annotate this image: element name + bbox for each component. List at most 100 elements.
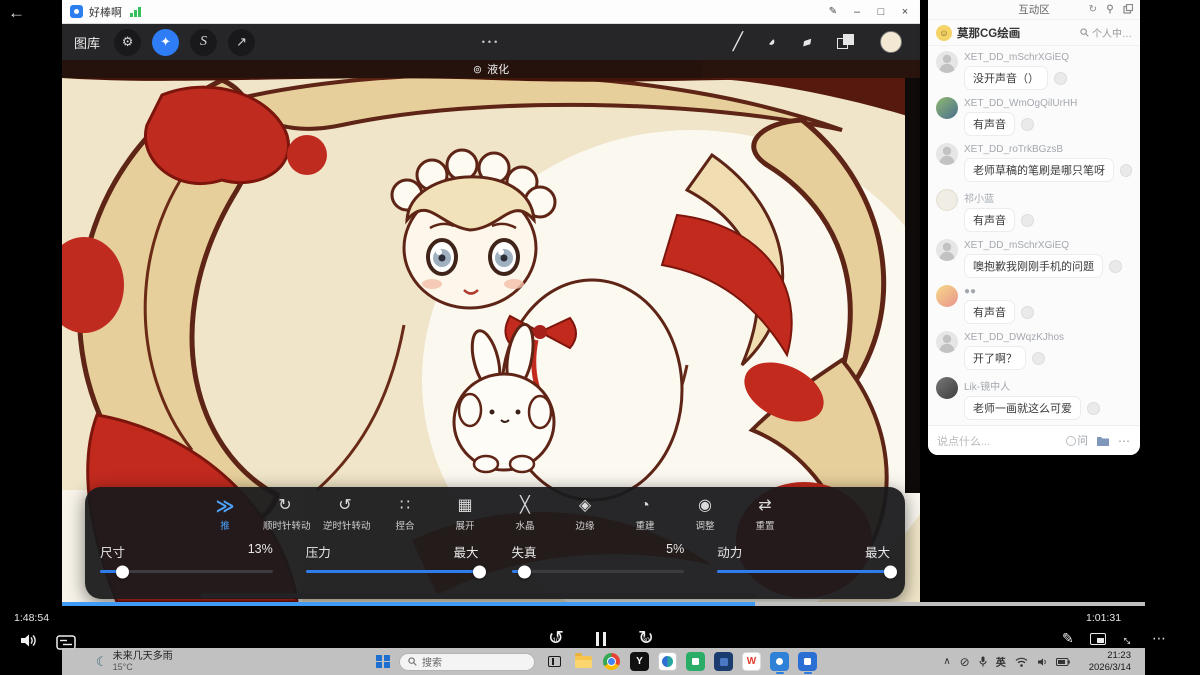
forward-30-button[interactable]: ↻30 [635, 628, 657, 650]
chat-header: 互动区 ↻ [928, 0, 1140, 20]
clock-time: 21:23 [1089, 650, 1131, 661]
transform-button[interactable]: ↗ [228, 29, 255, 56]
chat-message: XET_DD_mSchrXGiEQ 噢抱歉我刚刚手机的问题 [936, 239, 1132, 278]
selection-button[interactable]: S [190, 29, 217, 56]
brush-icon[interactable]: ╱ [733, 32, 743, 52]
emoji-icon[interactable] [1032, 352, 1045, 365]
input-language-indicator[interactable]: 英 [996, 654, 1006, 669]
liquify-tool-crystal[interactable]: ╳水晶 [503, 496, 547, 532]
avatar [936, 331, 958, 353]
speaker-icon[interactable] [1037, 657, 1047, 667]
battery-icon[interactable] [1056, 658, 1070, 666]
gallery-button[interactable]: 图库 [74, 33, 100, 52]
dnd-icon[interactable]: ⊘ [960, 655, 970, 669]
liquify-sliders-row: 尺寸13% 压力最大 失真5% 动力最大 [85, 532, 905, 573]
green-app-icon[interactable] [686, 652, 705, 671]
chrome-icon[interactable] [602, 652, 621, 671]
emoji-icon[interactable] [1021, 214, 1034, 227]
weather-widget[interactable]: ☾ 未来几天多雨 15°C [96, 651, 246, 673]
exit-fullscreen-icon[interactable]: ↔ [1118, 628, 1139, 649]
edge-icon: ◈ [563, 496, 607, 516]
chat-more-button[interactable]: ⋯ [1118, 434, 1131, 448]
netdisk-icon[interactable] [658, 652, 677, 671]
momentum-slider[interactable]: 动力最大 [717, 542, 890, 573]
taskbar-search[interactable]: 搜索 [399, 653, 535, 671]
wifi-icon[interactable] [1015, 657, 1028, 667]
liquify-tool-ccw[interactable]: ↺逆时针转动 [323, 496, 367, 532]
moon-icon: ☾ [96, 654, 108, 670]
liquify-tool-adjust[interactable]: ◉调整 [683, 496, 727, 532]
pen-icon[interactable]: ✎ [826, 6, 840, 17]
actions-wrench-button[interactable]: ⚙ [114, 29, 141, 56]
maximize-button[interactable]: □ [874, 6, 888, 18]
mic-icon[interactable] [979, 656, 987, 667]
taskbar-clock[interactable]: 21:23 2026/3/14 [1089, 650, 1131, 673]
player-right-controls: ✎ ↔ [1062, 630, 1192, 647]
chat-message: XET_DD_roTrkBGzsB 老师草稿的笔刷是哪只笔呀 [936, 143, 1132, 182]
folder-icon[interactable] [1096, 435, 1110, 447]
pip-icon[interactable] [1090, 633, 1106, 645]
channel-avatar: ☺ [936, 25, 952, 41]
pressure-slider[interactable]: 压力最大 [306, 542, 479, 573]
toolbar-more-dots[interactable]: ••• [482, 37, 500, 47]
progress-played [62, 602, 755, 606]
profile-search[interactable]: 个人中… [1080, 25, 1132, 40]
emoji-icon[interactable] [1087, 402, 1100, 415]
liquify-tool-reset[interactable]: ⇄重置 [743, 496, 787, 532]
popout-icon[interactable] [1123, 4, 1133, 14]
paint-toolbar: 图库 ⚙ ✦ S ↗ ••• ╱ ◗ ▰ [62, 24, 920, 60]
task-view-icon[interactable] [548, 656, 561, 667]
liquify-tool-pinch[interactable]: ∷捏合 [383, 496, 427, 532]
color-swatch-button[interactable] [880, 31, 902, 53]
blue-app-icon[interactable] [770, 652, 789, 671]
volume-icon[interactable] [20, 633, 38, 648]
pin-icon[interactable] [1105, 4, 1115, 14]
avatar [936, 377, 958, 399]
eraser-icon[interactable]: ▰ [800, 33, 814, 51]
liquify-tool-cw[interactable]: ↻顺时针转动 [263, 496, 307, 532]
app-icon [70, 5, 83, 18]
distortion-slider[interactable]: 失真5% [512, 542, 685, 573]
refresh-icon[interactable]: ↻ [1089, 4, 1097, 15]
remaining-time: 1:01:31 [1086, 612, 1121, 624]
close-button[interactable]: × [898, 6, 912, 18]
liquify-tool-expand[interactable]: ▦展开 [443, 496, 487, 532]
selection-icon: S [200, 34, 207, 50]
weather-text: 未来几天多雨 [113, 651, 173, 663]
wps-icon[interactable]: W [742, 652, 761, 671]
video-progress-bar[interactable] [62, 602, 1145, 606]
layers-icon[interactable] [837, 34, 855, 50]
liquify-tool-edge[interactable]: ◈边缘 [563, 496, 607, 532]
tray-chevron-icon[interactable]: ∧ [943, 656, 950, 667]
player-more-button[interactable]: ⋯ [1152, 630, 1168, 647]
chat-input[interactable]: 说点什么... [937, 433, 1066, 449]
notes-pencil-icon[interactable]: ✎ [1062, 630, 1074, 647]
back-arrow-icon[interactable]: ← [8, 3, 25, 23]
blue-app-icon-2[interactable] [798, 652, 817, 671]
start-button[interactable] [376, 655, 390, 669]
liquify-tool-push[interactable]: ≫推 [203, 496, 247, 532]
emoji-icon[interactable] [1021, 118, 1034, 131]
navy-app-icon[interactable] [714, 652, 733, 671]
file-explorer-icon[interactable] [574, 652, 593, 671]
pause-button[interactable] [596, 632, 606, 646]
magic-wand-icon: ✦ [160, 34, 171, 50]
smudge-icon[interactable]: ◗ [764, 33, 782, 52]
avatar [936, 189, 958, 211]
crystal-icon: ╳ [503, 496, 547, 516]
liquify-tool-reconstruct[interactable]: ◔重建 [623, 496, 667, 532]
rewind-10-button[interactable]: ↺10 [545, 628, 567, 650]
emoji-icon[interactable] [1054, 72, 1067, 85]
black-app-icon[interactable]: Y [630, 652, 649, 671]
avatar [936, 239, 958, 261]
minimize-button[interactable]: – [850, 6, 864, 18]
size-slider[interactable]: 尺寸13% [100, 542, 273, 573]
emoji-icon[interactable] [1109, 260, 1122, 273]
window-title: 好棒啊 [89, 4, 122, 20]
ask-button[interactable]: 问 [1066, 433, 1089, 448]
adjustments-wand-button[interactable]: ✦ [152, 29, 179, 56]
emoji-icon[interactable] [1120, 164, 1132, 177]
chat-messages[interactable]: XET_DD_mSchrXGiEQ 没开声音（） XET_DD_WmOgQilU… [928, 46, 1140, 425]
emoji-icon[interactable] [1021, 306, 1034, 319]
clock-date: 2026/3/14 [1089, 662, 1131, 673]
